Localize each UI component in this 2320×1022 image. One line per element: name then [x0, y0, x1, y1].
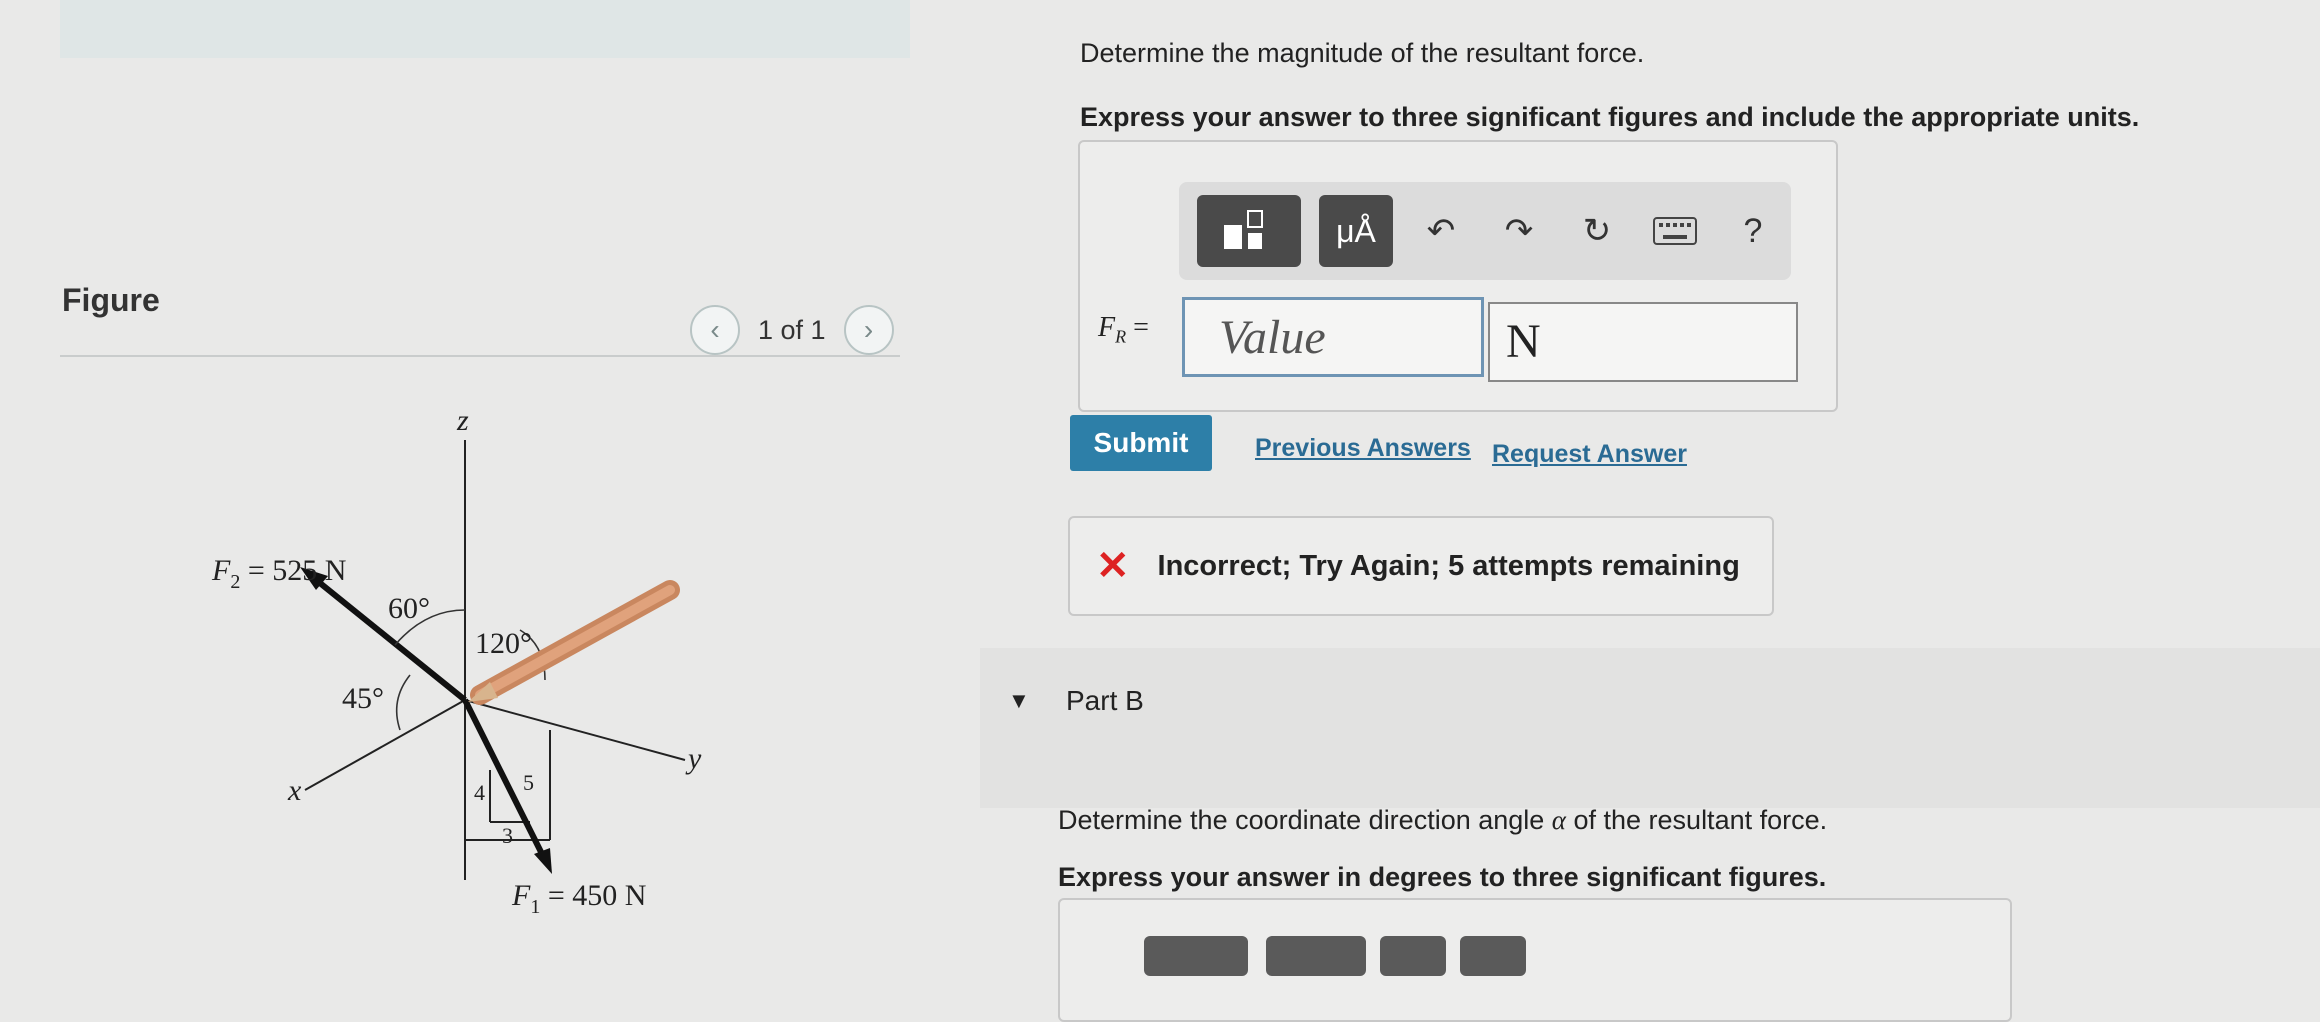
fraction-template-icon[interactable] [1144, 936, 1248, 976]
pager-text: 1 of 1 [758, 314, 826, 345]
fraction-template-icon[interactable] [1197, 195, 1301, 267]
axis-z-label: z [456, 404, 469, 437]
previous-answers-link[interactable]: Previous Answers [1255, 434, 1471, 463]
force-diagram: z y x F2 = 525 N F1 = 450 N 60° 120° 45°… [211, 404, 702, 918]
angle-120-label: 120° [475, 627, 532, 660]
toolbar-button[interactable] [1460, 936, 1526, 976]
units-button[interactable] [1266, 936, 1366, 976]
f1-label: F1 = 450 N [511, 879, 646, 918]
axis-x-label: x [287, 774, 302, 807]
toolbar-button[interactable] [1380, 936, 1446, 976]
part-a-instruction: Express your answer to three significant… [1080, 102, 2140, 132]
undo-icon[interactable]: ↶ [1411, 201, 1471, 261]
part-b-instruction: Express your answer in degrees to three … [1058, 862, 1827, 892]
value-input[interactable] [1182, 297, 1484, 377]
part-b-title[interactable]: Part B [1066, 685, 1144, 717]
request-answer-link[interactable]: Request Answer [1492, 440, 1687, 469]
triangle-3-label: 3 [502, 823, 513, 848]
units-button[interactable]: μÅ [1319, 195, 1393, 267]
keyboard-icon[interactable] [1645, 201, 1705, 261]
figure-pager: ‹ 1 of 1 › [690, 305, 894, 355]
feedback-box: ✕ Incorrect; Try Again; 5 attempts remai… [1068, 516, 1774, 616]
math-toolbar: μÅ ↶ ↷ ↻ ? [1179, 182, 1791, 280]
part-b-header[interactable] [980, 648, 2320, 808]
feedback-text: Incorrect; Try Again; 5 attempts remaini… [1157, 549, 1740, 582]
angle-60-label: 60° [388, 592, 430, 625]
part-a-answer-box: μÅ ↶ ↷ ↻ ? FR = N [1078, 140, 1838, 412]
redo-icon[interactable]: ↷ [1489, 201, 1549, 261]
chevron-right-icon[interactable]: › [843, 305, 894, 355]
axis-y-label: y [685, 742, 702, 775]
figure-panel-header-band [60, 0, 910, 58]
figure-label: Figure [62, 282, 160, 318]
part-b-prompt: Determine the coordinate direction angle… [1058, 805, 1828, 835]
part-b-answer-box [1058, 898, 2012, 1022]
chevron-left-icon[interactable]: ‹ [690, 305, 740, 355]
reset-icon[interactable]: ↻ [1567, 201, 1627, 261]
caret-down-icon[interactable]: ▼ [1008, 688, 1030, 714]
help-button[interactable]: ? [1723, 201, 1783, 261]
angle-45-label: 45° [342, 682, 384, 715]
part-a-prompt: Determine the magnitude of the resultant… [1080, 38, 1645, 68]
triangle-4-label: 4 [474, 780, 485, 805]
figure-divider [60, 355, 900, 357]
error-x-icon: ✕ [1096, 544, 1130, 588]
unit-field[interactable]: N [1488, 302, 1798, 382]
submit-button[interactable]: Submit [1070, 415, 1212, 471]
answer-variable-label: FR = [1098, 312, 1149, 347]
triangle-5-label: 5 [523, 770, 534, 795]
